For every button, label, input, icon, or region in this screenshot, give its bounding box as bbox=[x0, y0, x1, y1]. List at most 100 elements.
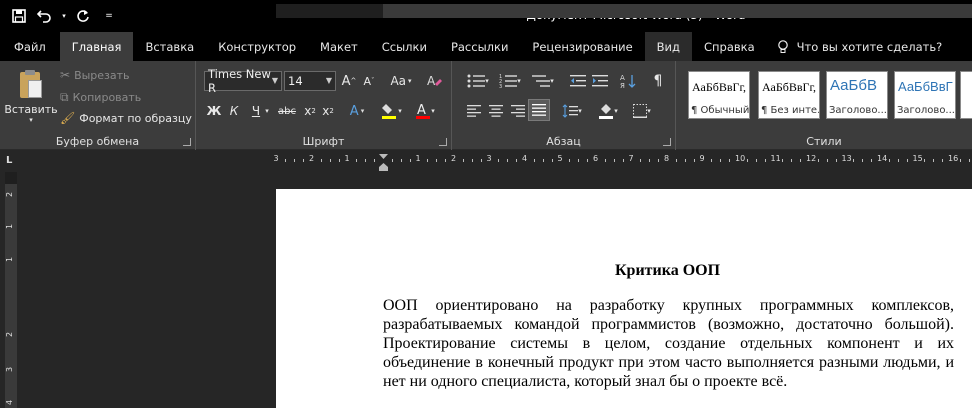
decrease-indent-icon[interactable] bbox=[568, 71, 588, 91]
ruler-tick bbox=[401, 159, 402, 162]
ruler-number: 4 bbox=[522, 154, 528, 163]
style-more-partial[interactable] bbox=[960, 71, 972, 119]
paste-dropdown-icon: ▾ bbox=[29, 116, 33, 124]
ruler-tick bbox=[898, 159, 899, 162]
ruler-tick bbox=[640, 159, 641, 162]
tab-references[interactable]: Ссылки bbox=[370, 32, 439, 61]
shading-button[interactable]: ▾ bbox=[594, 101, 622, 121]
vertical-ruler-number: 2 bbox=[5, 331, 15, 338]
ruler-tick bbox=[534, 159, 535, 162]
redo-icon[interactable] bbox=[72, 5, 94, 27]
ruler-tick bbox=[365, 159, 366, 162]
paste-button[interactable]: Вставить ▾ bbox=[4, 67, 58, 127]
tab-design[interactable]: Конструктор bbox=[206, 32, 308, 61]
font-size-select[interactable]: 14 ▼ bbox=[284, 71, 336, 91]
underline-button[interactable]: Ч bbox=[248, 101, 264, 121]
align-left-icon[interactable] bbox=[464, 101, 484, 121]
change-case-button[interactable]: Aa ▾ bbox=[386, 72, 416, 90]
copy-button[interactable]: ⧉ Копировать bbox=[60, 89, 141, 105]
ruler-tick bbox=[321, 159, 322, 162]
undo-icon[interactable] bbox=[34, 5, 56, 27]
ruler-tick bbox=[907, 159, 908, 162]
tab-review[interactable]: Рецензирование bbox=[520, 32, 644, 61]
subscript-button[interactable]: x2 bbox=[302, 101, 318, 121]
ruler-tick bbox=[800, 159, 801, 162]
line-spacing-button[interactable]: ▾ bbox=[558, 101, 586, 121]
align-right-icon[interactable] bbox=[508, 101, 528, 121]
strikethrough-button[interactable]: abc bbox=[276, 101, 298, 121]
ruler-tick bbox=[578, 159, 579, 162]
tab-file[interactable]: Файл bbox=[0, 32, 60, 61]
change-case-label: Aa bbox=[390, 74, 407, 88]
style-name: Заголово... bbox=[897, 105, 955, 116]
increase-indent-icon[interactable] bbox=[590, 71, 610, 91]
superscript-button[interactable]: x2 bbox=[320, 101, 336, 121]
format-painter-button[interactable]: 🖌 Формат по образцу bbox=[60, 110, 192, 126]
bullets-button[interactable]: ▾ bbox=[464, 71, 492, 91]
multilevel-list-button[interactable]: ▾ bbox=[528, 71, 558, 91]
text-effects-button[interactable]: A ▾ bbox=[344, 101, 370, 121]
style-heading-2[interactable]: АаБбВвГ Заголово... bbox=[894, 71, 956, 119]
style-name: Заголово... bbox=[829, 105, 887, 116]
document-heading[interactable]: Критика ООП bbox=[383, 262, 952, 280]
lightbulb-icon bbox=[777, 39, 789, 54]
underline-dropdown-icon[interactable]: ▾ bbox=[263, 101, 271, 121]
styles-group-label: Стили bbox=[806, 135, 842, 148]
ruler-tick bbox=[569, 159, 570, 162]
format-painter-icon: 🖌 bbox=[60, 111, 76, 125]
font-color-button[interactable]: A ▾ bbox=[410, 101, 440, 121]
ruler-number: 7 bbox=[628, 154, 634, 163]
ruler-tick bbox=[658, 159, 659, 162]
style-normal[interactable]: АаБбВвГг, ¶ Обычный bbox=[688, 71, 750, 119]
font-launcher-icon[interactable] bbox=[439, 138, 447, 146]
document-body-paragraph[interactable]: ООП ориентировано на разработку крупных … bbox=[383, 296, 954, 391]
style-sample: АаБбВвГг, bbox=[762, 80, 817, 94]
customize-icon[interactable]: = bbox=[98, 5, 120, 27]
save-icon[interactable] bbox=[8, 5, 30, 27]
highlight-button[interactable]: ▾ bbox=[376, 101, 406, 121]
tab-selector[interactable]: L bbox=[6, 155, 18, 167]
paragraph-group: ▾ 123 ▾ ▾ AЯ ¶ ▾ ▾ ▾ Абзац bbox=[452, 61, 676, 150]
tab-layout[interactable]: Макет bbox=[308, 32, 370, 61]
ruler-tick bbox=[339, 159, 340, 162]
ruler-tick bbox=[889, 159, 890, 162]
style-heading-1[interactable]: АаБбВ Заголово... bbox=[826, 71, 888, 119]
clipboard-launcher-icon[interactable] bbox=[183, 138, 191, 146]
undo-dropdown-icon[interactable]: ▾ bbox=[60, 5, 68, 27]
horizontal-ruler-text-area bbox=[383, 4, 972, 18]
borders-button[interactable]: ▾ bbox=[628, 101, 656, 121]
ruler-tick bbox=[649, 159, 650, 162]
ruler-tick bbox=[711, 159, 712, 162]
sort-icon[interactable]: AЯ bbox=[618, 71, 638, 91]
align-center-icon[interactable] bbox=[486, 101, 506, 121]
paragraph-launcher-icon[interactable] bbox=[663, 138, 671, 146]
ruler-tick bbox=[765, 159, 766, 162]
font-family-select[interactable]: Times New R ▼ bbox=[204, 67, 282, 95]
show-formatting-marks-icon[interactable]: ¶ bbox=[648, 71, 668, 91]
ruler-tick bbox=[836, 159, 837, 162]
clear-formatting-icon[interactable]: A bbox=[424, 72, 444, 90]
tell-me-search[interactable]: Что вы хотите сделать? bbox=[767, 32, 942, 61]
ribbon: Вставить ▾ ✂ Вырезать ⧉ Копировать 🖌 Фор… bbox=[0, 61, 972, 150]
justify-icon[interactable] bbox=[528, 99, 550, 121]
font-size-value: 14 bbox=[288, 74, 303, 88]
tab-help[interactable]: Справка bbox=[692, 32, 767, 61]
copy-icon: ⧉ bbox=[60, 89, 69, 104]
cut-button[interactable]: ✂ Вырезать bbox=[60, 67, 130, 83]
ruler-number: 1 bbox=[415, 154, 421, 163]
italic-button[interactable]: К bbox=[226, 101, 242, 121]
numbering-button[interactable]: 123 ▾ bbox=[496, 71, 524, 91]
style-no-spacing[interactable]: АаБбВвГг, ¶ Без инте... bbox=[758, 71, 820, 119]
clipboard-group-label: Буфер обмена bbox=[55, 135, 140, 148]
grow-font-button[interactable]: A ^ bbox=[340, 72, 358, 90]
style-name: ¶ Обычный bbox=[691, 105, 750, 116]
tab-view[interactable]: Вид bbox=[644, 32, 692, 61]
shrink-font-button[interactable]: Aˇ bbox=[360, 72, 378, 90]
style-name: ¶ Без инте... bbox=[761, 105, 820, 116]
vertical-ruler[interactable] bbox=[5, 184, 17, 408]
tab-home[interactable]: Главная bbox=[59, 32, 134, 61]
tab-insert[interactable]: Вставка bbox=[133, 32, 206, 61]
bold-button[interactable]: Ж bbox=[206, 101, 222, 121]
tab-mailings[interactable]: Рассылки bbox=[439, 32, 520, 61]
indent-marker-icon[interactable] bbox=[379, 150, 388, 172]
